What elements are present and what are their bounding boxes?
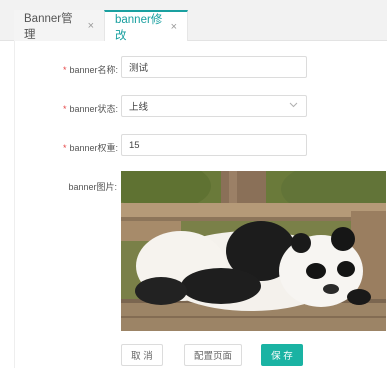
- weight-label: * banner权重:: [63, 141, 118, 154]
- close-icon[interactable]: ×: [88, 20, 94, 32]
- config-page-button[interactable]: 配置页面: [184, 344, 242, 366]
- tab-banner-edit[interactable]: banner修改 ×: [104, 10, 188, 42]
- edit-form: * banner名称: 测试 * banner状态: 上线 * banner权重: 1…: [14, 41, 387, 368]
- banner-name-input[interactable]: 测试: [121, 56, 307, 78]
- name-label-text: banner名称:: [69, 65, 118, 75]
- tab-banner-management[interactable]: Banner管理 ×: [14, 10, 104, 41]
- banner-status-select[interactable]: 上线: [121, 95, 307, 117]
- tab-label: banner修改: [115, 13, 163, 42]
- banner-weight-value: 15: [129, 139, 140, 151]
- required-mark: *: [62, 65, 67, 75]
- required-mark: *: [62, 104, 67, 114]
- status-row: * banner状态: 上线: [15, 95, 387, 119]
- banner-weight-input[interactable]: 15: [121, 134, 307, 156]
- tab-label: Banner管理: [24, 12, 73, 41]
- cancel-button[interactable]: 取 消: [121, 344, 163, 366]
- required-mark: *: [62, 143, 67, 153]
- close-icon[interactable]: ×: [171, 21, 177, 33]
- status-label-text: banner状态:: [69, 104, 118, 114]
- weight-label-text: banner权重:: [69, 143, 118, 153]
- chevron-down-icon: [289, 101, 298, 110]
- banner-status-value: 上线: [129, 102, 149, 113]
- banner-name-value: 测试: [129, 63, 149, 74]
- banner-image[interactable]: [121, 171, 386, 331]
- name-row: * banner名称: 测试: [15, 56, 387, 80]
- name-label: * banner名称:: [63, 63, 118, 76]
- weight-row: * banner权重: 15: [15, 134, 387, 158]
- save-button[interactable]: 保 存: [261, 344, 303, 366]
- image-label: banner图片:: [68, 182, 117, 192]
- tab-bar: Banner管理 × banner修改 ×: [0, 0, 387, 42]
- status-label: * banner状态:: [63, 102, 118, 115]
